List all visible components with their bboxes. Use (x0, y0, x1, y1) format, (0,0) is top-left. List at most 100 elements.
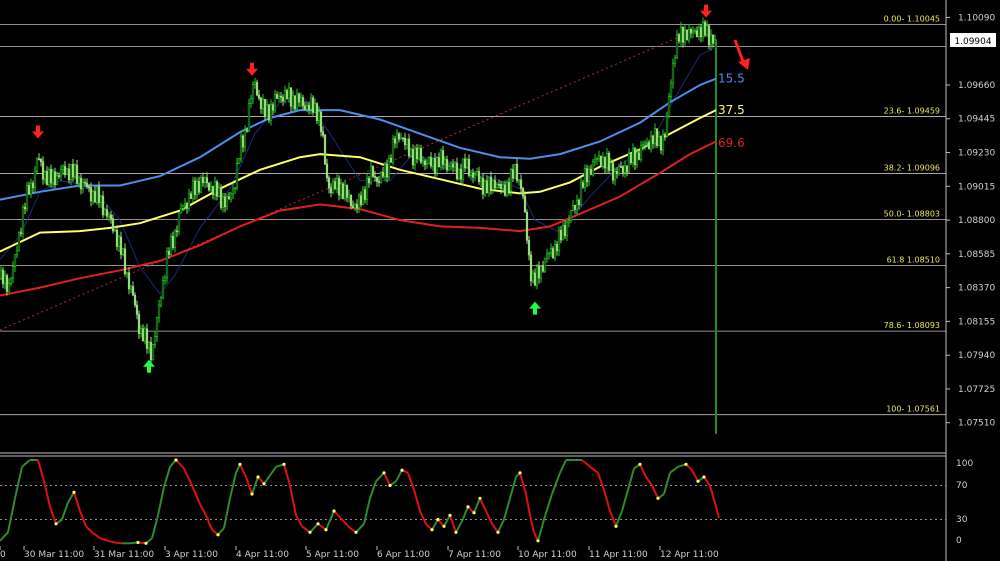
candle-body (75, 164, 79, 184)
candle-body (389, 158, 393, 163)
candle-body (511, 169, 515, 179)
candle-body (317, 111, 321, 121)
x-tick-label: 4 Apr 11:00 (236, 550, 289, 560)
oscillator-turn-dot (282, 462, 286, 466)
candle-body (93, 191, 97, 203)
candle-body (257, 94, 261, 99)
candle-body (563, 225, 567, 236)
candle-body (519, 179, 523, 189)
candle-body (185, 203, 189, 209)
candle-body (337, 178, 341, 196)
candle-body (0, 269, 3, 279)
oscillator-turn-dot (536, 539, 540, 543)
candle-body (187, 193, 191, 209)
candle-body (623, 165, 627, 173)
candle-body (259, 97, 263, 110)
candle-body (113, 229, 117, 232)
candle-body (707, 25, 711, 46)
candle-body (311, 97, 315, 113)
candle-body (531, 272, 535, 282)
candle-body (61, 166, 65, 170)
candle-body (591, 160, 595, 175)
candle-body (351, 205, 355, 209)
candle-body (3, 275, 7, 285)
oscillator-turn-dot (684, 462, 688, 466)
candle-body (295, 93, 299, 110)
candle-body (631, 148, 635, 164)
candle-body (373, 176, 377, 178)
candle-body (205, 177, 209, 184)
candle-body (377, 181, 381, 183)
candle-body (231, 188, 235, 195)
candle-body (285, 90, 289, 99)
candle-body (567, 220, 571, 223)
y-tick-label: 1.09445 (958, 115, 995, 125)
candle-body (297, 93, 301, 103)
oscillator-turn-dot (430, 528, 434, 532)
candle-body (105, 209, 109, 217)
candle-body (647, 142, 651, 150)
candle-body (35, 158, 39, 172)
candle-body (109, 214, 113, 219)
candle-body (111, 218, 115, 232)
candle-body (419, 148, 423, 163)
candle-body (535, 266, 539, 286)
candle-body (271, 104, 275, 111)
candle-body (703, 21, 707, 36)
candle-body (41, 161, 45, 180)
candle-body (279, 95, 283, 98)
candle-body (107, 214, 111, 217)
ma-value-label: 69.6 (718, 136, 745, 150)
candle-body (635, 152, 639, 165)
candle-body (579, 182, 583, 205)
candle-body (595, 158, 599, 160)
candle-body (657, 136, 661, 146)
candle-body (639, 145, 643, 160)
candle-body (355, 204, 359, 209)
candle-body (499, 184, 503, 189)
fib-label: 0.00- 1.10045 (884, 14, 940, 23)
candle-body (599, 155, 603, 167)
candle-body (233, 187, 237, 190)
candle-body (617, 166, 621, 174)
candle-body (39, 158, 43, 163)
candle-body (573, 205, 577, 210)
candle-body (551, 248, 555, 259)
y-tick-label: 1.10090 (958, 13, 995, 23)
price-chart: 0.00- 1.10045 23.6- 1.09459 38.2- 1.09096 5… (0, 0, 1000, 561)
candle-body (323, 134, 327, 165)
candle-body (583, 168, 587, 188)
candle-body (13, 254, 17, 267)
candle-body (239, 135, 243, 159)
candle-body (659, 136, 663, 151)
candle-body (255, 82, 259, 96)
candle-body (403, 137, 407, 145)
y-tick-label: 1.08370 (958, 284, 995, 294)
candle-body (523, 195, 527, 213)
candle-body (593, 158, 597, 162)
candle-body (21, 206, 25, 234)
candle-body (229, 193, 233, 200)
candle-body (211, 186, 215, 196)
candle-body (117, 236, 121, 247)
candle-body (687, 29, 691, 41)
candle-body (495, 184, 499, 188)
candle-body (275, 94, 279, 99)
candle-body (235, 163, 239, 189)
candle-body (405, 138, 409, 145)
candle-body (509, 169, 513, 191)
candle-body (67, 168, 71, 181)
candle-body (379, 172, 383, 183)
candle-body (57, 175, 61, 177)
current-price-label: 1.09904 (954, 37, 991, 47)
oscillator-turn-dot (250, 492, 254, 496)
oscillator-turn-dot (466, 505, 470, 509)
candle-body (173, 230, 177, 249)
oscillator-turn-dot (656, 496, 660, 500)
candle-body (699, 27, 703, 38)
candle-body (203, 177, 207, 184)
oscillator-turn-dot (316, 522, 320, 526)
oscillator-tick-label: 30 (956, 515, 968, 525)
candle-body (127, 272, 131, 290)
candle-body (207, 182, 211, 191)
